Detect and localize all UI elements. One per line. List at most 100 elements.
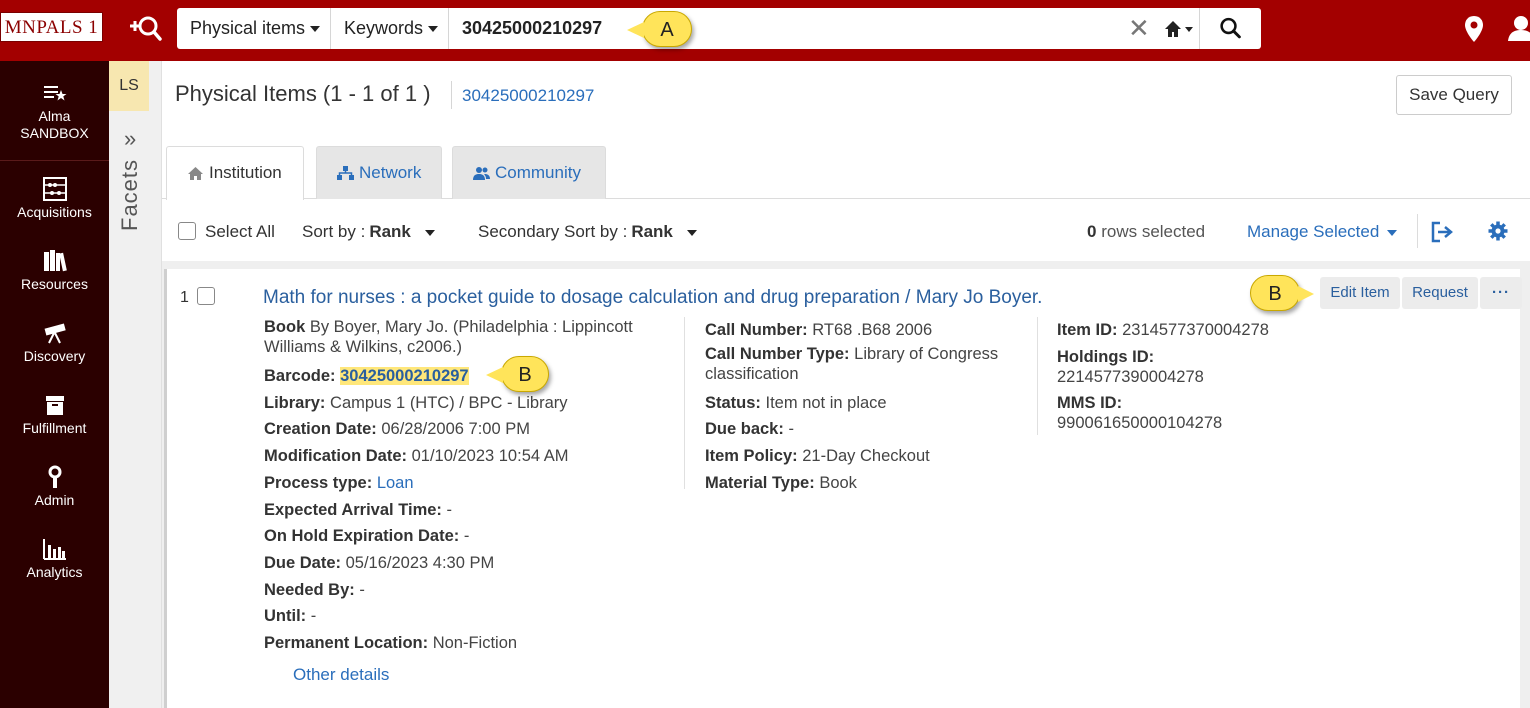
save-query-button[interactable]: Save Query: [1396, 75, 1512, 115]
due-date-field: Due Date: 05/16/2023 4:30 PM: [264, 550, 664, 577]
field-value: Non-Fiction: [432, 634, 518, 653]
search-icon[interactable]: [1199, 8, 1261, 49]
manage-selected-dropdown[interactable]: Manage Selected: [1247, 222, 1398, 242]
item-policy-field: Item Policy: 21-Day Checkout: [705, 443, 1025, 470]
facets-panel: LS » Facets: [109, 61, 162, 708]
field-value: 06/28/2006 7:00 PM: [381, 420, 530, 439]
field-value: -: [359, 580, 365, 599]
select-all-label[interactable]: Select All: [205, 222, 275, 242]
nav-label-alma: Alma: [38, 108, 71, 124]
tab-network[interactable]: Network: [316, 146, 442, 199]
item-details-column-3: Item ID: 2314577370004278 Holdings ID: 22…: [1057, 317, 1357, 433]
row-checkbox[interactable]: [197, 287, 215, 305]
field-label: Item ID:: [1057, 321, 1118, 339]
field-value: RT68 .B68 2006: [812, 321, 933, 339]
item-title-link[interactable]: Math for nurses : a pocket guide to dosa…: [263, 287, 1042, 309]
holdings-id-field: Holdings ID: 2214577390004278: [1057, 347, 1357, 387]
secondary-sort-dropdown[interactable]: Secondary Sort by : Rank: [478, 222, 697, 242]
search-field-dropdown[interactable]: Keywords: [331, 8, 449, 49]
user-icon[interactable]: [1507, 15, 1530, 41]
facets-label[interactable]: Facets: [117, 159, 143, 231]
until-field: Until: -: [264, 603, 664, 630]
gear-icon[interactable]: [1488, 221, 1508, 241]
column-divider: [1037, 317, 1038, 435]
tab-community[interactable]: Community: [452, 146, 606, 199]
field-label: Item Policy:: [705, 447, 798, 466]
item-details-column-1: Book By Boyer, Mary Jo. (Philadelphia : …: [264, 317, 664, 657]
chevron-down-icon: [428, 26, 439, 33]
nav-acquisitions[interactable]: Acquisitions: [0, 177, 109, 220]
nav-resources[interactable]: Resources: [0, 249, 109, 292]
query-link[interactable]: 30425000210297: [462, 86, 594, 106]
field-label: Call Number Type:: [705, 344, 850, 363]
main-content: Physical Items (1 - 1 of 1 ) 30425000210…: [162, 61, 1530, 708]
other-details-link[interactable]: Other details: [293, 665, 389, 685]
field-label: Book: [264, 318, 306, 336]
item-type-field: Book By Boyer, Mary Jo. (Philadelphia : …: [264, 317, 664, 357]
needed-by-field: Needed By: -: [264, 577, 664, 604]
call-number-type-field: Call Number Type: Library of Congress cl…: [705, 344, 1025, 384]
field-label: Permanent Location:: [264, 634, 429, 653]
page-title: Physical Items (1 - 1 of 1 ): [175, 81, 431, 106]
more-actions-button[interactable]: ···: [1480, 277, 1522, 309]
nav-fulfillment[interactable]: Fulfillment: [0, 393, 109, 436]
callout-a: A: [627, 11, 692, 47]
select-all-checkbox[interactable]: [178, 222, 196, 240]
home-scope-icon[interactable]: [1163, 18, 1199, 40]
chevron-down-icon: [686, 229, 697, 236]
rows-selected-status: 0 rows selected: [1087, 222, 1205, 242]
location-pin-icon[interactable]: [1463, 15, 1485, 43]
tab-institution[interactable]: Institution: [166, 146, 304, 200]
field-label: Due back:: [705, 420, 784, 439]
nav-label: Acquisitions: [17, 204, 92, 220]
search-field-label: Keywords: [344, 18, 424, 38]
field-value: Campus 1 (HTC) / BPC - Library: [330, 393, 568, 412]
chevron-down-icon: [1387, 229, 1398, 236]
results-toolbar: Select All Sort by : Rank Secondary Sort …: [162, 206, 1530, 256]
tab-label: Community: [495, 163, 581, 182]
wrench-icon: [48, 465, 61, 488]
field-value: 2314577370004278: [1122, 321, 1269, 339]
field-label: Holdings ID:: [1057, 347, 1155, 366]
search-bar: Physical items Keywords 30425000210297 ✕: [177, 8, 1261, 49]
abacus-icon: [42, 177, 67, 201]
expand-facets-icon[interactable]: »: [124, 126, 136, 152]
process-type-link[interactable]: Loan: [377, 474, 414, 492]
sort-by-dropdown[interactable]: Sort by : Rank: [302, 222, 435, 242]
column-divider: [684, 317, 685, 489]
left-navigation: Alma SANDBOX Acquisitions Resources Disc…: [0, 61, 109, 708]
field-label: Process type:: [264, 473, 373, 492]
network-icon: [337, 166, 354, 181]
barcode-value: 30425000210297: [340, 367, 469, 385]
search-scope-dropdown[interactable]: Physical items: [177, 8, 331, 49]
field-label: Expected Arrival Time:: [264, 500, 442, 519]
nav-label: Resources: [21, 276, 88, 292]
edit-item-button[interactable]: Edit Item: [1320, 277, 1400, 309]
nav-analytics[interactable]: Analytics: [0, 537, 109, 580]
field-value: 01/10/2023 10:54 AM: [411, 447, 569, 466]
nav-alma-sandbox[interactable]: Alma SANDBOX: [0, 81, 109, 142]
export-icon[interactable]: [1430, 221, 1454, 243]
advanced-search-icon[interactable]: [128, 14, 162, 44]
ls-badge[interactable]: LS: [109, 61, 149, 111]
tab-label: Institution: [209, 163, 282, 182]
search-input[interactable]: 30425000210297: [462, 8, 602, 49]
nav-admin[interactable]: Admin: [0, 465, 109, 508]
nav-discovery[interactable]: Discovery: [0, 321, 109, 364]
mnpals-logo[interactable]: MNPALS 1: [0, 12, 103, 42]
field-value: 05/16/2023 4:30 PM: [345, 553, 495, 572]
field-label: Until:: [264, 607, 307, 626]
request-button[interactable]: Request: [1402, 277, 1478, 309]
call-number-field: Call Number: RT68 .B68 2006: [705, 317, 1025, 344]
alma-menu-icon: [43, 86, 66, 101]
nav-label-sandbox: SANDBOX: [20, 125, 89, 141]
secondary-sort-value: Rank: [631, 222, 673, 241]
clear-search-icon[interactable]: ✕: [1128, 15, 1150, 41]
field-label: Status:: [705, 393, 761, 412]
nav-divider: [0, 160, 109, 161]
facets-text: Facets: [117, 158, 142, 231]
people-icon: [473, 167, 490, 181]
field-value: 990061650000104278: [1057, 413, 1223, 432]
field-value: -: [446, 500, 453, 519]
on-hold-expiration-field: On Hold Expiration Date: -: [264, 523, 664, 550]
